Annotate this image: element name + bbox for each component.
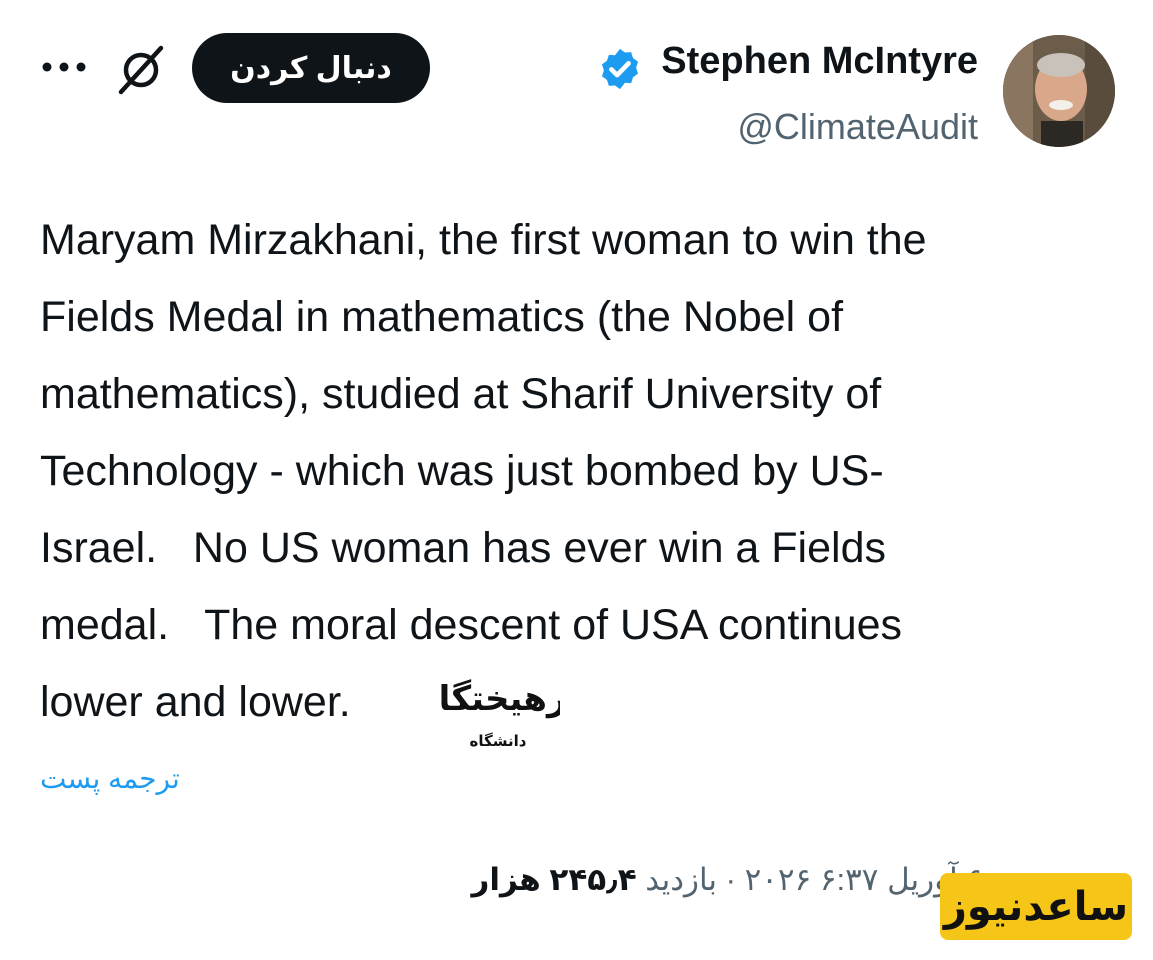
translate-post-link[interactable]: ترجمه پست <box>40 762 180 795</box>
tweet-line: Maryam Mirzakhani, the first woman to wi… <box>40 216 927 264</box>
watermark-logo: فرهیختگان دانشگاه <box>440 679 560 750</box>
tweet-time[interactable]: ۶:۳۷ ۲۰۲۶ <box>745 862 879 897</box>
tweet-line: medal. The moral descent of USA continue… <box>40 601 903 649</box>
user-handle[interactable]: @ClimateAudit <box>737 106 978 148</box>
avatar[interactable] <box>1003 35 1115 147</box>
views-label: بازدید <box>645 862 718 897</box>
avatar-photo <box>1003 35 1115 147</box>
tweet-line: mathematics), studied at Sharif Universi… <box>40 370 882 418</box>
svg-text:دانشگاه: دانشگاه <box>470 732 527 750</box>
verified-badge-icon <box>601 48 639 90</box>
tweet-line: Fields Medal in mathematics (the Nobel o… <box>40 293 844 341</box>
tweet-line: Israel. No US woman has ever win a Field… <box>40 524 886 572</box>
more-options-icon[interactable] <box>40 52 88 82</box>
meta-separator: · <box>725 862 736 897</box>
display-name[interactable]: Stephen McIntyre <box>661 40 978 83</box>
views-count: ۲۴۵٫۴ هزار <box>471 862 637 897</box>
grok-icon[interactable] <box>113 42 169 98</box>
tweet-meta: ۶ آوریل ۶:۳۷ ۲۰۲۶ · بازدید ۲۴۵٫۴ هزار <box>472 862 983 898</box>
follow-button[interactable]: دنبال کردن <box>192 33 430 103</box>
svg-text:فرهیختگان: فرهیختگان <box>440 679 560 719</box>
tweet-line: Technology - which was just bombed by US… <box>40 447 884 495</box>
news-badge: ساعدنیوز <box>940 873 1132 940</box>
